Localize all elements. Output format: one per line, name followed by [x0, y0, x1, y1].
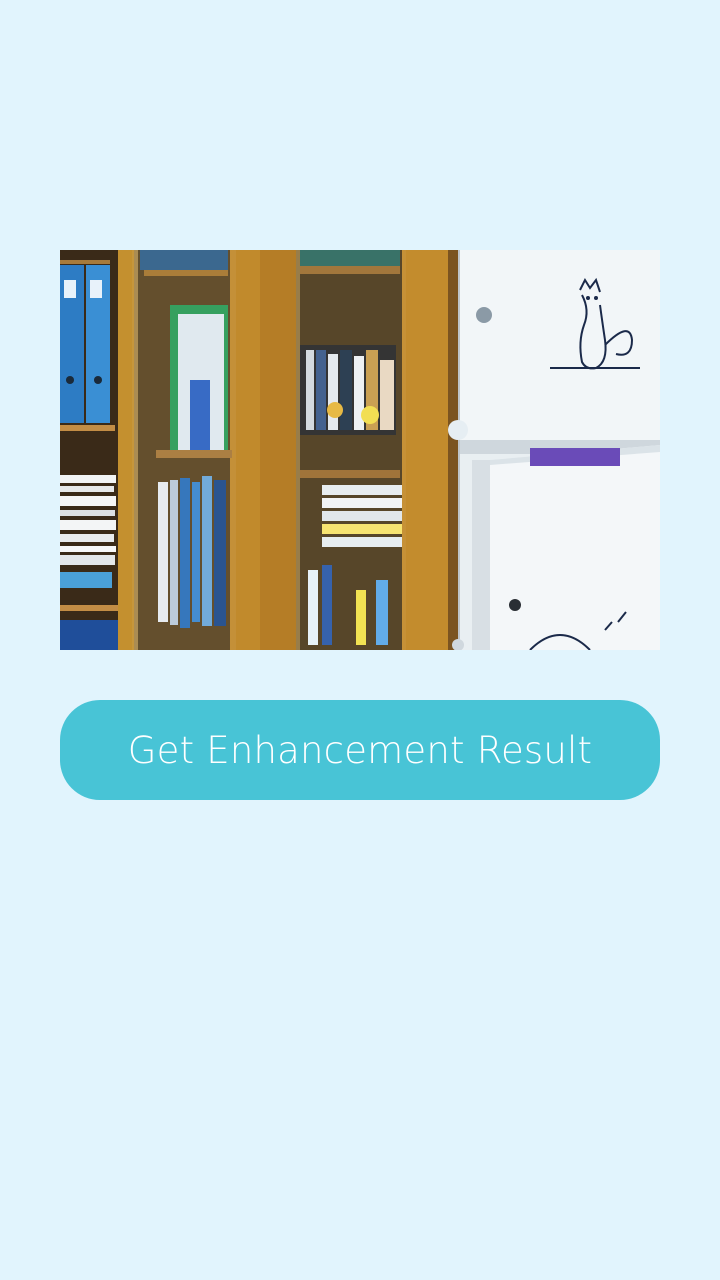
app-screen: Get Enhancement Result: [0, 0, 720, 1280]
input-photo: [60, 250, 660, 650]
get-enhancement-result-button[interactable]: Get Enhancement Result: [60, 700, 660, 800]
